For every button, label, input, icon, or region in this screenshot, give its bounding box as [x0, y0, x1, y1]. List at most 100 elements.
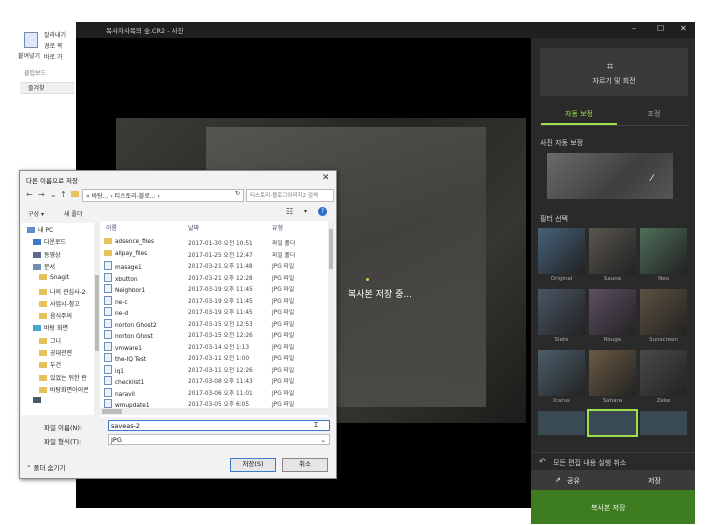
filter-tile[interactable]: [538, 350, 585, 396]
new-folder-button[interactable]: 새 폴더: [64, 209, 82, 218]
filetype-select[interactable]: JPG ⌄: [108, 434, 330, 445]
paste-button-label[interactable]: 붙여넣기: [18, 51, 40, 60]
horizontal-scrollbar[interactable]: [100, 408, 328, 415]
file-list-scroll-thumb[interactable]: [329, 229, 333, 269]
refresh-icon[interactable]: ↻: [235, 190, 240, 197]
file-row[interactable]: vmware1 2017-03-14 오전 1:13 JPG 파일: [100, 341, 328, 353]
filter-tile[interactable]: [640, 411, 687, 435]
tree-item[interactable]: [33, 397, 44, 408]
tree-item[interactable]: Snagit: [39, 274, 69, 285]
column-type[interactable]: 유형: [272, 223, 283, 232]
view-dropdown-icon[interactable]: ▾: [304, 208, 307, 215]
tab-auto-enhance[interactable]: 자동 보정: [551, 109, 607, 119]
tree-item[interactable]: 동영상: [33, 250, 61, 261]
filter-tile[interactable]: [538, 289, 585, 335]
folder-icon: [39, 350, 47, 356]
tree-item[interactable]: 그니: [39, 336, 61, 347]
path-folder-icon: [71, 191, 79, 197]
file-date: 2017-03-19 오후 11:45: [188, 287, 253, 293]
filename-input[interactable]: saveas-2: [108, 420, 330, 431]
tree-item-label: 내 PC: [38, 227, 54, 234]
filter-tile[interactable]: [589, 350, 636, 396]
dialog-save-button[interactable]: 저장(S): [230, 458, 276, 472]
column-name[interactable]: 이름: [106, 223, 117, 232]
tab-adjust[interactable]: 조정: [635, 109, 673, 119]
dialog-close-icon[interactable]: ✕: [322, 173, 330, 183]
file-row[interactable]: Neighbor1 2017-03-19 오후 11:45 JPG 파일: [100, 284, 328, 295]
paste-icon[interactable]: [24, 32, 38, 48]
file-row[interactable]: adsence_files 2017-01-30 오전 10:51 파일 폴더: [100, 238, 328, 249]
up-arrow-icon[interactable]: ↑: [60, 190, 67, 199]
save-copy-button[interactable]: 복사본 저장: [531, 490, 695, 524]
organize-button[interactable]: 구성 ▾: [28, 209, 44, 218]
history-dropdown-icon[interactable]: ⌄: [50, 190, 57, 199]
photos-titlebar: 목사자사목의 숲.CR2 - 사진 – ☐ ✕: [76, 22, 695, 38]
file-row[interactable]: allpay_files 2017-01-25 오전 12:47 파일 폴더: [100, 249, 328, 261]
share-button[interactable]: ⇗ 공유: [531, 470, 614, 490]
filter-tile[interactable]: [640, 228, 687, 274]
minimize-icon[interactable]: –: [632, 24, 636, 33]
tree-item-label: 바탕 화면: [44, 325, 68, 333]
filter-tile[interactable]: [589, 289, 636, 335]
file-date: 2017-03-14 오전 1:13: [188, 344, 250, 351]
file-name: allpay_files: [115, 250, 148, 257]
cut-label[interactable]: 잘라내기: [44, 30, 66, 39]
dialog-cancel-button[interactable]: 취소: [282, 458, 328, 472]
tree-item[interactable]: 다운로드: [33, 237, 66, 248]
help-icon[interactable]: ?: [318, 207, 327, 216]
filter-tile[interactable]: [538, 228, 585, 274]
tree-item[interactable]: 문서: [33, 262, 55, 273]
file-row[interactable]: xbutton 2017-03-21 오후 12:28 JPG 파일: [100, 272, 328, 284]
filter-tile[interactable]: [589, 228, 636, 274]
file-row[interactable]: masage1 2017-03-21 오후 11:48 JPG 파일: [100, 261, 328, 272]
file-row[interactable]: the-IQ Test 2017-03-11 오전 1:00 JPG 파일: [100, 353, 328, 364]
tree-item-label: Snagit: [50, 274, 70, 282]
saving-status: 복사본 저장 중...: [348, 290, 412, 300]
tree-item[interactable]: 두건: [39, 360, 61, 371]
file-name-cell: xbutton: [104, 272, 138, 283]
horizontal-scroll-thumb[interactable]: [102, 409, 122, 414]
tree-scroll-thumb[interactable]: [95, 275, 99, 351]
file-row[interactable]: norton Ghost 2017-03-15 오전 12:26 JPG 파일: [100, 330, 328, 341]
tree-item[interactable]: 사업시-참고: [39, 299, 80, 310]
tree-item[interactable]: 바탕 화면: [33, 323, 68, 334]
file-row[interactable]: iq1 2017-03-11 오전 12:26 JPG 파일: [100, 364, 328, 376]
tree-item[interactable]: 바탕화면아이콘: [39, 385, 89, 396]
back-arrow-icon[interactable]: ←: [26, 190, 33, 199]
crop-rotate-button[interactable]: [540, 48, 688, 96]
view-options-icon[interactable]: ☷: [286, 207, 293, 216]
file-name: norton Ghost2: [115, 322, 157, 329]
file-row[interactable]: ne-d 2017-03-19 오후 11:45 JPG 파일: [100, 307, 328, 318]
close-icon[interactable]: ✕: [680, 24, 687, 33]
hide-folders-toggle[interactable]: ⌃ 폴더 숨기기: [26, 462, 66, 472]
file-row[interactable]: ne-c 2017-03-19 오후 11:45 JPG 파일: [100, 295, 328, 307]
tree-item[interactable]: 나의 관심사-2: [39, 287, 86, 298]
file-name-cell: ne-d: [104, 307, 128, 317]
copy-path-label[interactable]: 경로 복: [44, 41, 62, 50]
filter-label: Sunscreen: [649, 337, 678, 343]
tree-item[interactable]: 있었는 뒤한 란: [39, 373, 87, 384]
save-button[interactable]: 저장: [613, 470, 695, 490]
forward-arrow-icon[interactable]: →: [38, 190, 45, 199]
filter-tile[interactable]: [587, 409, 638, 437]
tree-item[interactable]: 공대관련: [39, 348, 72, 359]
paste-shortcut-label[interactable]: 바로 가: [44, 52, 62, 61]
undo-all-button[interactable]: ↶ 모든 편집 내용 실행 취소: [531, 452, 695, 471]
quick-access-label[interactable]: 즐겨찾: [28, 83, 45, 92]
maximize-icon[interactable]: ☐: [657, 24, 664, 33]
search-input[interactable]: 티스토리-블로그이미지2 검색: [246, 189, 334, 202]
filter-tile[interactable]: [640, 350, 687, 396]
column-date[interactable]: 날짜: [188, 223, 199, 232]
folder-icon: [104, 238, 112, 244]
file-row[interactable]: naravil 2017-03-06 오후 11:01 JPG 파일: [100, 387, 328, 399]
tree-item-label: 바탕화면아이콘: [50, 386, 89, 394]
filter-tile[interactable]: [538, 411, 585, 435]
address-bar[interactable]: « 바탕... › 티스토리-블로... › ↻: [82, 189, 244, 202]
file-name-cell: ne-c: [104, 295, 128, 306]
file-row[interactable]: norton Ghost2 2017-03-15 오전 12:53 JPG 파일: [100, 318, 328, 330]
tree-item[interactable]: 음식주의: [39, 311, 72, 322]
filter-tile[interactable]: [640, 289, 687, 335]
tree-item[interactable]: 내 PC: [27, 225, 53, 236]
auto-enhance-thumbnail[interactable]: [547, 153, 673, 199]
file-row[interactable]: checklist1 2017-03-08 오후 11:43 JPG 파일: [100, 376, 328, 387]
